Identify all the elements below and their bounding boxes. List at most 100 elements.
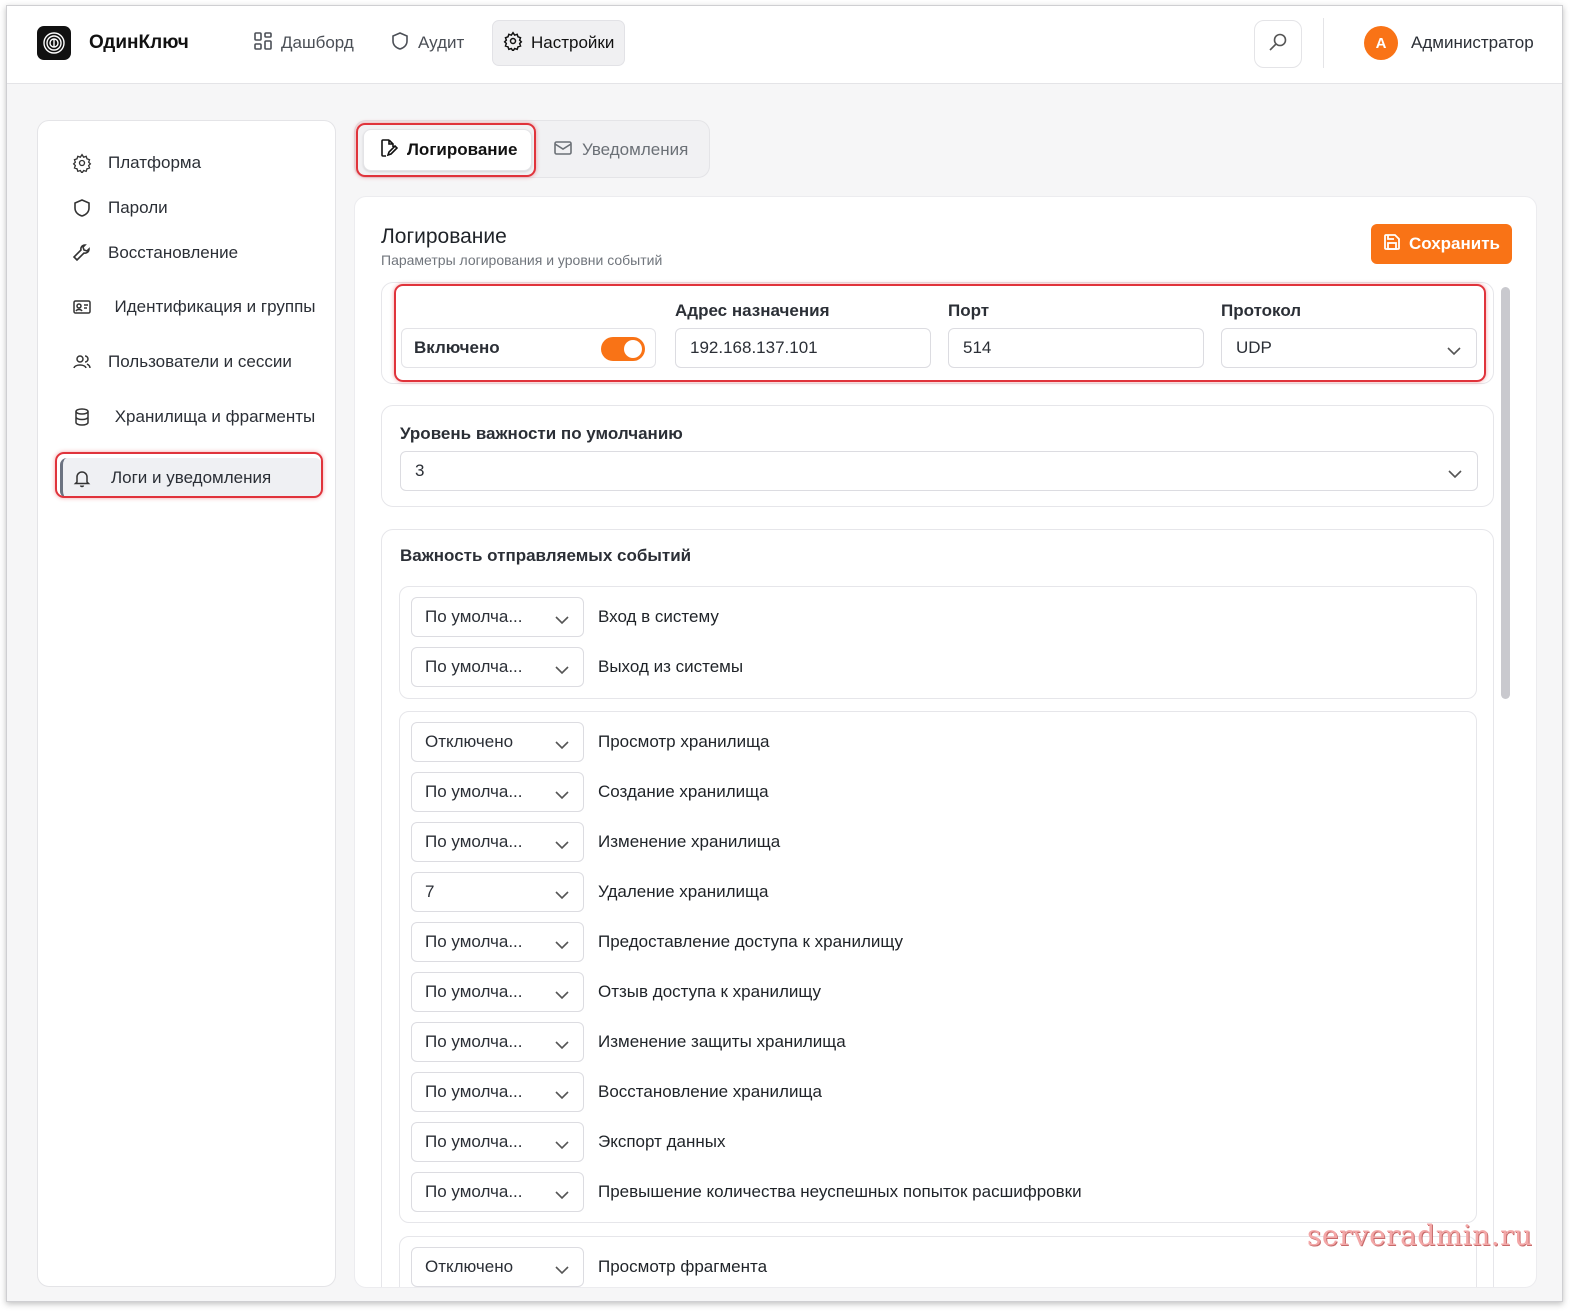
sidebar-item-passwords[interactable]: Пароли: [60, 193, 322, 223]
event-level-select[interactable]: По умолча...: [411, 1022, 584, 1062]
event-level-select[interactable]: Отключено: [411, 1247, 584, 1287]
settings-sidebar: Платформа Пароли Восстановление Идентифи…: [37, 120, 336, 1287]
chevron-down-icon: [554, 1136, 570, 1156]
sidebar-item-identity[interactable]: Идентификация и группы: [60, 281, 322, 333]
syslog-settings-card: Адрес назначения Порт Протокол Включено …: [381, 282, 1494, 384]
nav-dashboard[interactable]: Дашборд: [243, 20, 364, 66]
search-button[interactable]: [1254, 20, 1302, 68]
enabled-toggle[interactable]: [601, 337, 645, 361]
event-label: Просмотр хранилища: [598, 732, 770, 751]
sidebar-item-users[interactable]: Пользователи и сессии: [60, 347, 322, 377]
event-level-value: По умолча...: [425, 1082, 523, 1101]
event-row: По умолча... Создание хранилища: [411, 772, 1111, 812]
event-level-select[interactable]: По умолча...: [411, 1122, 584, 1162]
chevron-down-icon: [554, 886, 570, 906]
nav-dashboard-label: Дашборд: [281, 33, 354, 52]
chevron-down-icon: [554, 736, 570, 756]
event-level-select[interactable]: По умолча...: [411, 1072, 584, 1112]
event-row: По умолча... Изменение защиты хранилища: [411, 1022, 1111, 1062]
event-label: Предоставление доступа к хранилищу: [598, 932, 904, 951]
nav-audit-label: Аудит: [418, 33, 465, 52]
sidebar-item-vaults[interactable]: Хранилища и фрагменты: [60, 391, 322, 443]
chevron-down-icon: [554, 1036, 570, 1056]
gear-icon: [503, 30, 523, 56]
event-row: По умолча... Выход из системы: [411, 647, 1111, 687]
chevron-down-icon: [554, 661, 570, 681]
event-row: Отключено Просмотр фрагмента: [411, 1247, 1111, 1287]
event-level-select[interactable]: Отключено: [411, 722, 584, 762]
sidebar-item-recovery[interactable]: Восстановление: [60, 238, 322, 268]
default-level-card: Уровень важности по умолчанию 3: [381, 405, 1494, 507]
event-label: Выход из системы: [598, 657, 744, 676]
event-label: Превышение количества неуспешных попыток…: [598, 1182, 1082, 1201]
sidebar-item-label: Платформа: [108, 153, 202, 172]
users-icon: [60, 352, 96, 372]
app-window: ОдинКлюч Дашборд Аудит Настройки А Админ…: [6, 5, 1563, 1302]
event-level-value: По умолча...: [425, 1132, 523, 1151]
chevron-down-icon: [554, 786, 570, 806]
tab-notifications[interactable]: Уведомления: [539, 129, 702, 171]
protocol-select[interactable]: UDP: [1221, 328, 1477, 368]
avatar[interactable]: А: [1364, 26, 1398, 60]
divider: [1323, 18, 1324, 68]
event-group: Отключено Просмотр хранилища По умолча... С…: [399, 711, 1477, 1223]
sidebar-item-platform[interactable]: Платформа: [60, 148, 322, 178]
event-group: По умолча... Вход в систему По умолча... Вы…: [399, 586, 1477, 699]
event-level-value: Отключено: [425, 732, 514, 751]
scrollbar[interactable]: [1501, 287, 1510, 699]
sidebar-item-label: Идентификация и группы: [114, 297, 316, 316]
event-level-select[interactable]: 7: [411, 872, 584, 912]
event-level-select[interactable]: По умолча...: [411, 822, 584, 862]
nav-audit[interactable]: Аудит: [380, 20, 474, 66]
event-level-select[interactable]: По умолча...: [411, 597, 584, 637]
file-edit-icon: [378, 138, 399, 163]
chevron-down-icon: [554, 986, 570, 1006]
event-level-select[interactable]: По умолча...: [411, 772, 584, 812]
event-label: Вход в систему: [598, 607, 719, 626]
event-row: По умолча... Превышение количества неуспе…: [411, 1172, 1111, 1212]
event-row: По умолча... Восстановление хранилища: [411, 1072, 1111, 1112]
page-subtitle: Параметры логирования и уровни событий: [381, 252, 663, 268]
event-label: Изменение защиты хранилища: [598, 1032, 846, 1051]
event-level-select[interactable]: По умолча...: [411, 647, 584, 687]
nav-settings[interactable]: Настройки: [492, 20, 626, 66]
chevron-down-icon: [554, 1186, 570, 1206]
event-level-select[interactable]: По умолча...: [411, 1172, 584, 1212]
protocol-label: Протокол: [1221, 301, 1302, 320]
event-row: Отключено Просмотр хранилища: [411, 722, 1111, 762]
tab-logging[interactable]: Логирование: [363, 129, 533, 171]
sidebar-item-label: Хранилища и фрагменты: [114, 407, 316, 426]
event-label: Удаление хранилища: [598, 882, 769, 901]
save-button[interactable]: Сохранить: [1371, 224, 1512, 264]
events-title: Важность отправляемых событий: [400, 546, 692, 565]
tab-logging-label: Логирование: [407, 140, 518, 159]
event-level-value: По умолча...: [425, 782, 523, 801]
sidebar-item-logs[interactable]: Логи и уведомления: [60, 458, 322, 498]
logo-icon[interactable]: [37, 26, 71, 60]
default-level-label: Уровень важности по умолчанию: [400, 424, 683, 443]
brand-name[interactable]: ОдинКлюч: [89, 32, 189, 54]
event-label: Создание хранилища: [598, 782, 769, 801]
default-level-select[interactable]: 3: [400, 451, 1478, 491]
event-row: По умолча... Вход в систему: [411, 597, 1111, 637]
event-label: Восстановление хранилища: [598, 1082, 822, 1101]
chevron-down-icon: [554, 1086, 570, 1106]
event-level-select[interactable]: По умолча...: [411, 972, 584, 1012]
id-card-icon: [60, 297, 96, 317]
chevron-down-icon: [1447, 465, 1463, 485]
gear-icon: [60, 153, 96, 173]
event-level-select[interactable]: По умолча...: [411, 922, 584, 962]
address-input[interactable]: 192.168.137.101: [675, 328, 931, 368]
chevron-down-icon: [1446, 342, 1462, 362]
database-icon: [60, 407, 96, 427]
enabled-field: Включено: [401, 328, 656, 368]
default-level-value: 3: [415, 461, 425, 480]
event-row: По умолча... Предоставление доступа к хра…: [411, 922, 1111, 962]
event-level-value: По умолча...: [425, 607, 523, 626]
save-icon: [1383, 233, 1401, 256]
user-name[interactable]: Администратор: [1411, 33, 1534, 53]
event-level-value: По умолча...: [425, 982, 523, 1001]
event-row: 7 Удаление хранилища: [411, 872, 1111, 912]
port-input[interactable]: 514: [948, 328, 1204, 368]
settings-tabs: Логирование Уведомления: [354, 120, 710, 178]
